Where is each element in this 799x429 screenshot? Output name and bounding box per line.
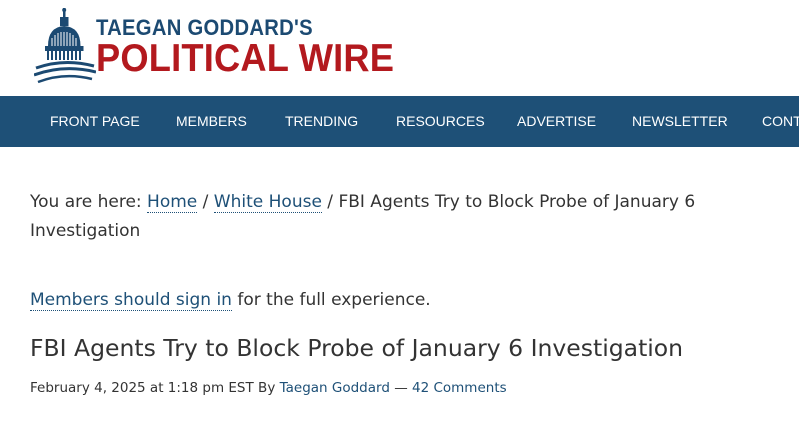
article-title: FBI Agents Try to Block Probe of January…	[30, 334, 684, 362]
breadcrumb-prefix: You are here:	[30, 192, 148, 212]
comments-link[interactable]: 42 Comments	[412, 380, 507, 396]
meta-dash: —	[389, 379, 412, 396]
nav-newsletter[interactable]: NEWSLETTER	[632, 96, 728, 147]
logo-text: TAEGAN GODDARD'S POLITICAL WIRE	[96, 8, 417, 78]
logo-site-name: POLITICAL WIRE	[96, 37, 395, 80]
article-date: February 4, 2025 at 1:18 pm EST	[30, 379, 254, 396]
nav-contact[interactable]: CONTACT	[762, 96, 799, 147]
members-sign-in-link[interactable]: Members should sign in	[30, 290, 232, 311]
nav-resources[interactable]: RESOURCES	[396, 96, 485, 147]
main-content: You are here: Home / White House / FBI A…	[30, 147, 770, 397]
nav-front-page[interactable]: FRONT PAGE	[50, 96, 140, 147]
byline-by: By	[253, 379, 280, 396]
nav-members[interactable]: MEMBERS	[176, 96, 247, 147]
site-logo[interactable]: TAEGAN GODDARD'S POLITICAL WIRE	[34, 8, 417, 84]
breadcrumb-separator: /	[197, 192, 214, 212]
nav-advertise[interactable]: ADVERTISE	[517, 96, 596, 147]
article-meta: February 4, 2025 at 1:18 pm EST By Taega…	[30, 379, 770, 397]
breadcrumb-section-link[interactable]: White House	[213, 192, 322, 213]
capitol-dome-icon	[34, 8, 96, 84]
breadcrumb: You are here: Home / White House / FBI A…	[30, 188, 770, 246]
breadcrumb-separator: /	[321, 192, 339, 212]
site-header: TAEGAN GODDARD'S POLITICAL WIRE	[0, 0, 799, 96]
nav-trending[interactable]: TRENDING	[285, 96, 358, 147]
members-notice-text: for the full experience.	[231, 290, 431, 310]
breadcrumb-home-link[interactable]: Home	[147, 192, 198, 213]
main-nav: FRONT PAGE MEMBERS TRENDING RESOURCES AD…	[0, 96, 799, 147]
members-notice: Members should sign in for the full expe…	[30, 288, 770, 312]
author-link[interactable]: Taegan Goddard	[280, 380, 390, 396]
